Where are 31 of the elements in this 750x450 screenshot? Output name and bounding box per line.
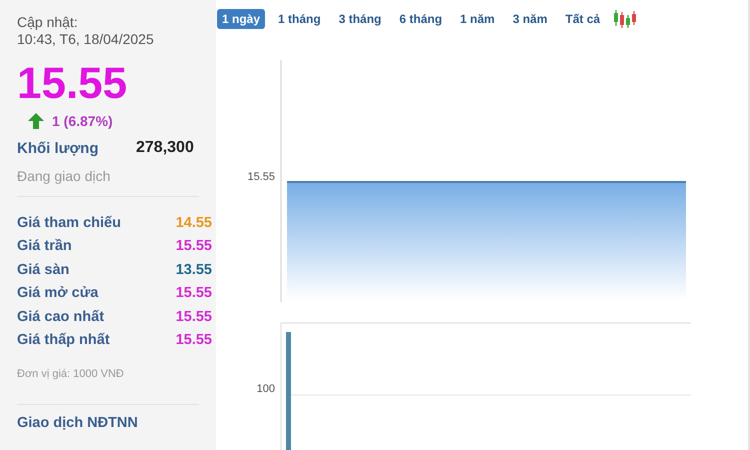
range-tab[interactable]: 1 tháng (273, 9, 326, 29)
current-price: 15.55 (17, 59, 128, 109)
unit-note: Đơn vị giá: 1000 VNĐ (17, 368, 125, 380)
price-label: Giá tham chiếu (17, 214, 121, 231)
price-label: Giá mở cửa (17, 285, 98, 302)
axis-label: 100 (256, 383, 275, 395)
range-tab[interactable]: 6 tháng (394, 9, 448, 29)
price-label: Giá cao nhất (17, 308, 104, 325)
axis-label: 15.55 (247, 171, 275, 183)
range-tab[interactable]: 3 tháng (334, 9, 386, 29)
range-tab[interactable]: 1 năm (455, 9, 500, 29)
price-value: 14.55 (176, 214, 212, 231)
update-time: 10:43, T6, 18/04/2025 (17, 31, 155, 48)
price-label: Giá trần (17, 238, 72, 254)
price-value: 15.55 (176, 308, 212, 325)
range-tab[interactable]: 1 ngày (217, 9, 266, 29)
price-value: 13.55 (176, 262, 212, 278)
price-value: 15.55 (176, 238, 212, 254)
trading-status: Đang giao dịch (17, 168, 112, 184)
price-label: Giá sàn (17, 262, 70, 278)
update-label: Cập nhật: (17, 14, 79, 31)
volume-label: Khối lượng (17, 140, 100, 156)
range-tab[interactable]: 3 năm (508, 9, 552, 29)
price-label: Giá thấp nhất (17, 332, 110, 348)
range-tab[interactable]: Tất cả (560, 9, 606, 29)
candlestick-icon[interactable] (613, 9, 638, 29)
price-change: 1 (6.87%) (52, 113, 113, 129)
price-value: 15.55 (176, 332, 212, 348)
price-value: 15.55 (176, 285, 212, 302)
volume-value: 278,300 (136, 139, 194, 157)
section-title: Giao dịch NĐTNN (17, 415, 139, 431)
